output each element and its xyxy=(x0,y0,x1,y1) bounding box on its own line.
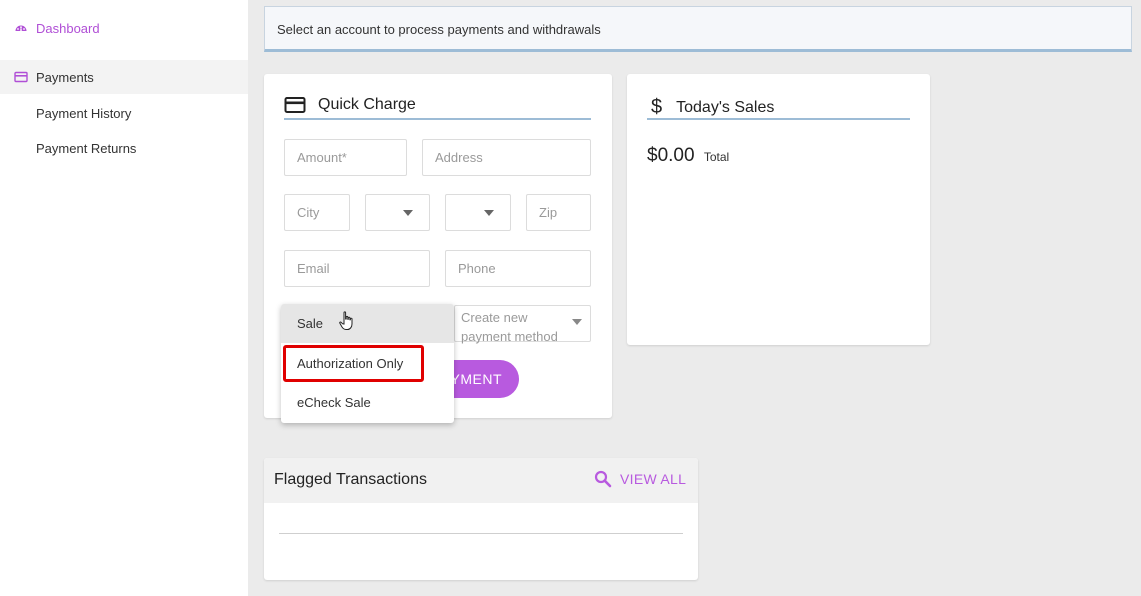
menu-item-authorization-only[interactable]: Authorization Only xyxy=(281,345,454,381)
address-placeholder: Address xyxy=(435,150,483,165)
flagged-header: Flagged Transactions VIEW ALL xyxy=(264,458,698,503)
todays-sales-card: $ Today's Sales $0.00 Total xyxy=(627,74,930,345)
sidebar-item-label: Payments xyxy=(36,69,94,85)
todays-sales-title: Today's Sales xyxy=(676,98,775,116)
caret-down-icon xyxy=(403,210,413,216)
sidebar-item-payment-history[interactable]: Payment History xyxy=(0,102,248,124)
address-field[interactable]: Address xyxy=(422,139,591,176)
credit-card-icon xyxy=(14,71,28,83)
state-select[interactable] xyxy=(365,194,430,231)
menu-item-label: Authorization Only xyxy=(297,355,404,371)
email-field[interactable]: Email xyxy=(284,250,430,287)
sidebar-item-label: Payment History xyxy=(36,105,132,121)
flagged-divider xyxy=(279,533,683,534)
view-all-label: VIEW ALL xyxy=(620,471,687,487)
zip-field[interactable]: Zip xyxy=(526,194,591,231)
card-title: $ Today's Sales xyxy=(647,96,774,119)
amount-field[interactable]: Amount* xyxy=(284,139,407,176)
phone-field[interactable]: Phone xyxy=(445,250,591,287)
caret-down-icon xyxy=(572,319,582,325)
zip-placeholder: Zip xyxy=(539,205,558,220)
menu-item-sale[interactable]: Sale xyxy=(281,304,454,343)
gauge-icon xyxy=(15,25,27,31)
phone-placeholder: Phone xyxy=(458,261,496,276)
account-select-banner[interactable]: Select an account to process payments an… xyxy=(264,6,1132,52)
card-title: Quick Charge xyxy=(284,96,416,114)
title-underline xyxy=(284,118,591,120)
sales-amount: $0.00 Total xyxy=(647,145,729,167)
country-select[interactable] xyxy=(445,194,511,231)
menu-item-echeck-sale[interactable]: eCheck Sale xyxy=(281,384,454,420)
banner-text: Select an account to process payments an… xyxy=(277,22,601,37)
menu-item-label: Sale xyxy=(297,316,324,331)
sidebar-item-payment-returns[interactable]: Payment Returns xyxy=(0,137,248,159)
transaction-type-menu: Sale Authorization Only eCheck Sale xyxy=(281,304,454,423)
dollar-icon: $ xyxy=(651,96,663,118)
payment-method-placeholder: Create new payment method xyxy=(461,310,558,344)
flagged-title: Flagged Transactions xyxy=(274,471,427,488)
sidebar-item-payments[interactable]: Payments xyxy=(0,60,248,94)
caret-down-icon xyxy=(484,210,494,216)
credit-card-icon xyxy=(284,97,306,113)
sidebar: Dashboard Payments Payment History Payme… xyxy=(0,0,248,596)
hand-cursor-icon xyxy=(339,311,353,330)
amount-placeholder: Amount* xyxy=(297,150,347,165)
quick-charge-title: Quick Charge xyxy=(318,96,416,113)
title-underline xyxy=(647,118,910,120)
payment-method-select[interactable]: Create new payment method xyxy=(454,305,591,344)
city-placeholder: City xyxy=(297,205,320,220)
sidebar-item-label: Payment Returns xyxy=(36,140,137,156)
city-field[interactable]: City xyxy=(284,194,350,231)
email-placeholder: Email xyxy=(297,261,330,276)
view-all-button[interactable]: VIEW ALL xyxy=(594,470,686,488)
search-icon xyxy=(594,470,612,488)
sales-amount-value: $0.00 xyxy=(647,145,695,166)
sidebar-item-dashboard[interactable]: Dashboard xyxy=(0,17,248,39)
flagged-transactions-card: Flagged Transactions VIEW ALL xyxy=(264,458,698,580)
button-label: YMENT xyxy=(450,371,502,387)
menu-item-label: eCheck Sale xyxy=(297,394,371,410)
sales-amount-label: Total xyxy=(703,150,730,164)
app: Dashboard Payments Payment History Payme… xyxy=(0,0,1141,596)
sidebar-item-label: Dashboard xyxy=(36,20,100,36)
